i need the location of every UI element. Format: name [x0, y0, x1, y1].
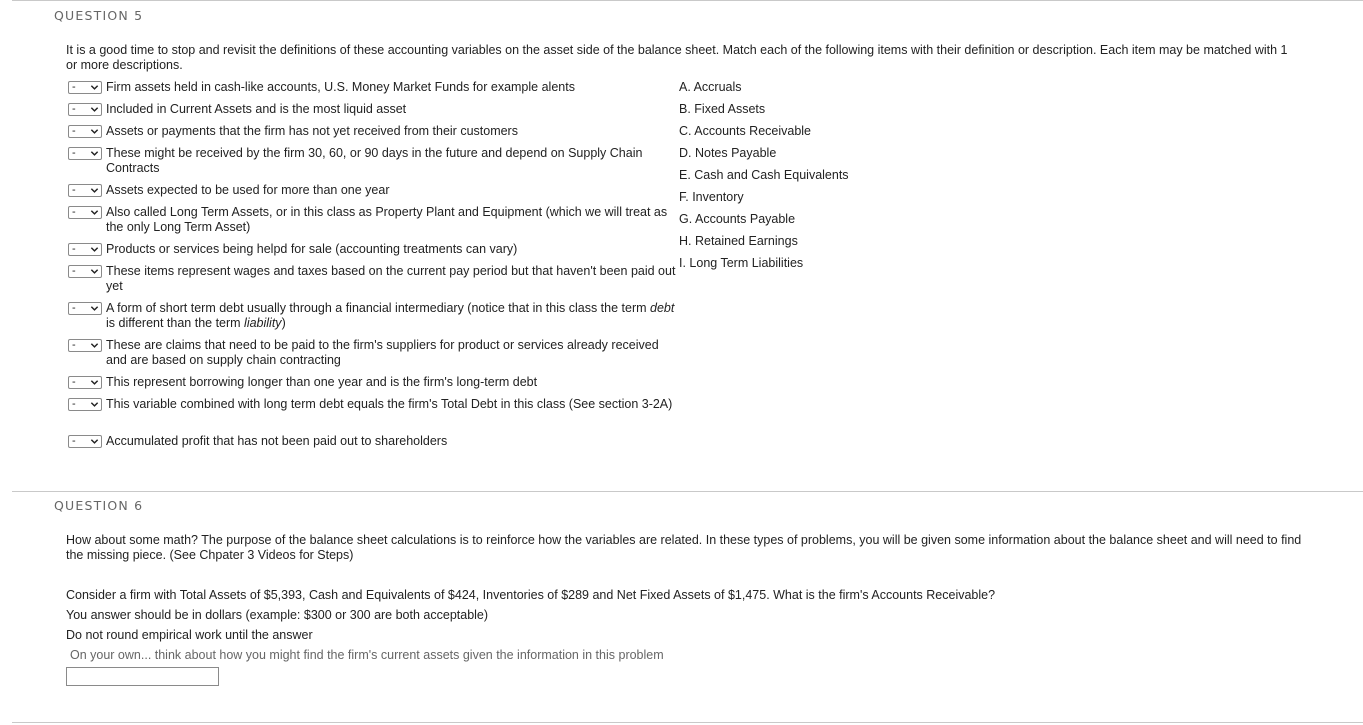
chevron-down-icon — [90, 380, 99, 385]
problem-statement: Consider a firm with Total Assets of $5,… — [66, 588, 996, 602]
match-row: - These might be received by the firm 30… — [68, 146, 676, 176]
match-row: - These items represent wages and taxes … — [68, 264, 676, 294]
item-description: Assets or payments that the firm has not… — [106, 124, 518, 138]
item-description: Firm assets held in cash-like accounts, … — [106, 80, 575, 94]
chevron-down-icon — [90, 188, 99, 193]
question-6-heading: QUESTION 6 — [54, 498, 144, 513]
answer-format-note: You answer should be in dollars (example… — [66, 608, 489, 622]
chevron-down-icon — [90, 439, 99, 444]
answer-select[interactable]: - — [68, 184, 102, 197]
question-5-instructions: It is a good time to stop and revisit th… — [66, 43, 1288, 72]
answer-select[interactable]: - — [68, 243, 102, 256]
match-row: - Included in Current Assets and is the … — [68, 102, 676, 117]
option-item: B. Fixed Assets — [679, 102, 766, 116]
option-item: E. Cash and Cash Equivalents — [679, 168, 849, 182]
rounding-note: Do not round empirical work until the an… — [66, 628, 313, 642]
chevron-down-icon — [90, 402, 99, 407]
answer-select[interactable]: - — [68, 398, 102, 411]
option-item: H. Retained Earnings — [679, 234, 798, 248]
item-description: Products or services being helpd for sal… — [106, 242, 518, 256]
answer-select[interactable]: - — [68, 125, 102, 138]
option-item: C. Accounts Receivable — [679, 124, 812, 138]
item-description: Included in Current Assets and is the mo… — [106, 102, 407, 116]
question-6-intro: How about some math? The purpose of the … — [66, 533, 1302, 562]
match-row: - A form of short term debt usually thro… — [68, 301, 676, 331]
match-row: - These are claims that need to be paid … — [68, 338, 676, 368]
answer-select[interactable]: - — [68, 302, 102, 315]
item-description: These items represent wages and taxes ba… — [106, 264, 676, 293]
option-item: A. Accruals — [679, 80, 742, 94]
item-description: These are claims that need to be paid to… — [106, 338, 659, 367]
hint-text: On your own... think about how you might… — [70, 648, 664, 662]
answer-select[interactable]: - — [68, 206, 102, 219]
match-row: - Assets expected to be used for more th… — [68, 183, 676, 198]
option-item: G. Accounts Payable — [679, 212, 796, 226]
match-row: - Also called Long Term Assets, or in th… — [68, 205, 676, 235]
bottom-divider — [12, 722, 1363, 723]
answer-select[interactable]: - — [68, 103, 102, 116]
item-description: This variable combined with long term de… — [106, 397, 673, 411]
option-item: F. Inventory — [679, 190, 744, 204]
chevron-down-icon — [90, 85, 99, 90]
answer-select[interactable]: - — [68, 265, 102, 278]
chevron-down-icon — [90, 343, 99, 348]
question-5-heading: QUESTION 5 — [54, 8, 144, 23]
answer-select[interactable]: - — [68, 81, 102, 94]
match-row: - Accumulated profit that has not been p… — [68, 434, 676, 449]
item-description: These might be received by the firm 30, … — [106, 146, 643, 175]
match-row: - Assets or payments that the firm has n… — [68, 124, 676, 139]
option-item: I. Long Term Liabilities — [679, 256, 804, 270]
option-item: D. Notes Payable — [679, 146, 777, 160]
item-description: A form of short term debt usually throug… — [106, 301, 675, 330]
item-description: Also called Long Term Assets, or in this… — [106, 205, 668, 234]
match-row: - This represent borrowing longer than o… — [68, 375, 676, 390]
match-row: - Firm assets held in cash-like accounts… — [68, 80, 676, 95]
chevron-down-icon — [90, 247, 99, 252]
chevron-down-icon — [90, 269, 99, 274]
item-description: This represent borrowing longer than one… — [106, 375, 538, 389]
section-divider — [12, 491, 1363, 492]
answer-select[interactable]: - — [68, 435, 102, 448]
chevron-down-icon — [90, 129, 99, 134]
chevron-down-icon — [90, 306, 99, 311]
chevron-down-icon — [90, 107, 99, 112]
item-description: Assets expected to be used for more than… — [106, 183, 390, 197]
chevron-down-icon — [90, 151, 99, 156]
chevron-down-icon — [90, 210, 99, 215]
answer-select[interactable]: - — [68, 339, 102, 352]
top-divider — [12, 0, 1363, 1]
match-row: - This variable combined with long term … — [68, 397, 676, 412]
answer-input[interactable] — [66, 667, 219, 686]
answer-select[interactable]: - — [68, 147, 102, 160]
match-row: - Products or services being helpd for s… — [68, 242, 676, 257]
answer-select[interactable]: - — [68, 376, 102, 389]
item-description: Accumulated profit that has not been pai… — [106, 434, 448, 448]
